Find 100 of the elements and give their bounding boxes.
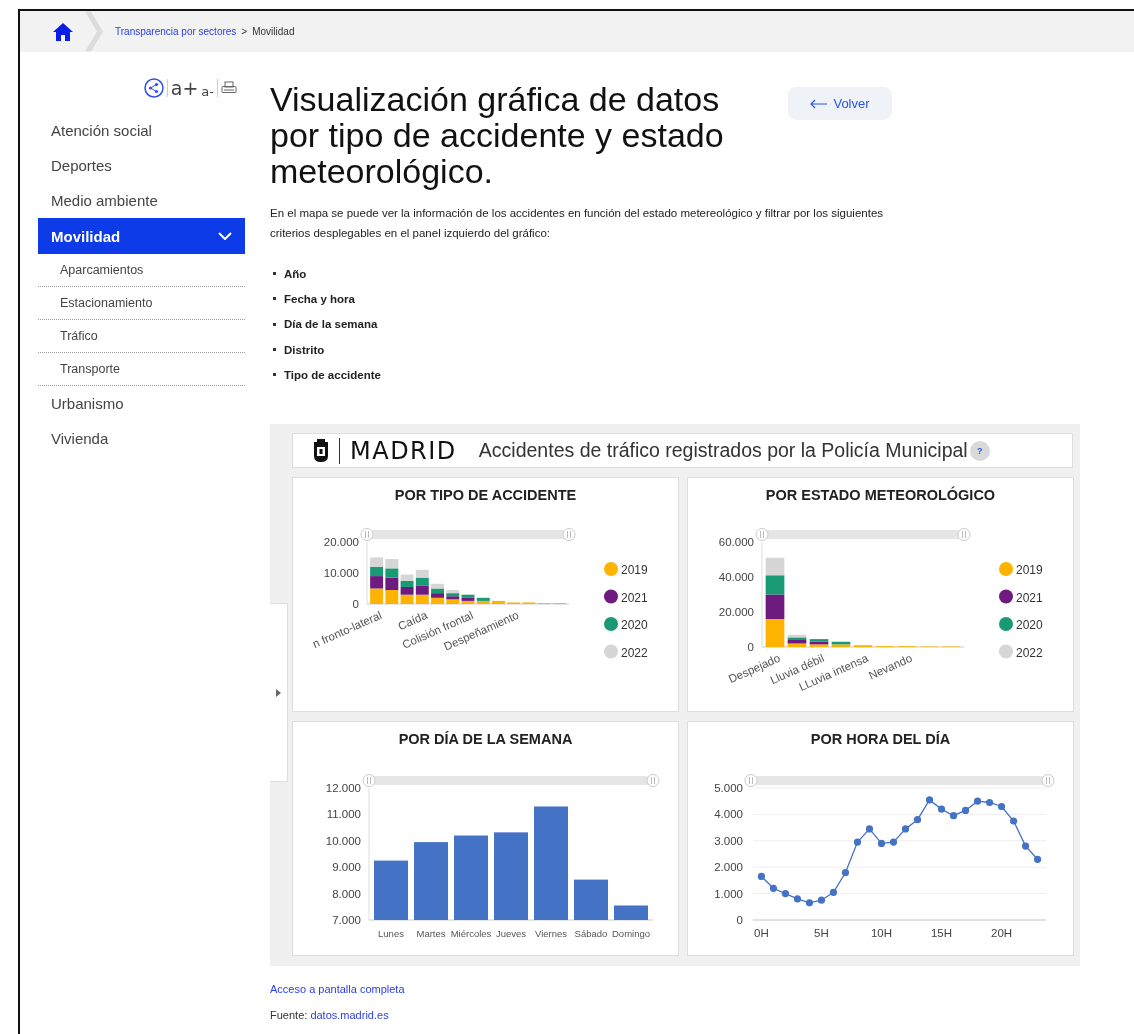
axis-tick-label: 40.000: [718, 571, 754, 584]
bar: [370, 576, 384, 589]
range-slider[interactable]: [744, 774, 1055, 788]
data-point: [781, 890, 789, 898]
sidebar-item[interactable]: Urbanismo: [38, 386, 245, 421]
source-label: Fuente:: [270, 1009, 308, 1022]
bar: [385, 559, 399, 569]
sidebar-subitem[interactable]: Transporte: [38, 353, 245, 386]
axis-tick-label: 7.000: [332, 914, 361, 927]
axis-tick-label: 20H: [991, 927, 1013, 940]
axis-tick-label: 0: [736, 914, 743, 927]
data-point: [769, 885, 777, 893]
sidebar-item[interactable]: Movilidad: [38, 218, 245, 254]
axis-tick-label: 5H: [814, 927, 829, 940]
help-button[interactable]: ?: [969, 441, 990, 461]
sidebar-item[interactable]: Deportes: [38, 148, 245, 183]
bar: [765, 558, 785, 576]
bullet-icon: [273, 348, 276, 352]
breadcrumb-current: Movilidad: [252, 26, 295, 37]
data-point: [949, 812, 958, 820]
data-point: [877, 840, 886, 848]
legend-label: 2019: [1016, 563, 1043, 578]
bar: [765, 619, 785, 648]
criterion-text: Distrito: [284, 343, 325, 356]
axis-tick-label: 3.000: [714, 835, 743, 848]
share-icon[interactable]: [143, 78, 164, 98]
data-point: [997, 803, 1006, 811]
logo-text: MADRID: [350, 437, 457, 465]
axis-category-label: Lunes: [378, 928, 404, 940]
fullscreen-link[interactable]: Acceso a pantalla completa: [270, 983, 1082, 996]
bullet-icon: [273, 322, 276, 326]
panel-toggle-tab[interactable]: [270, 603, 288, 783]
axis-tick-label: 8.000: [332, 888, 361, 901]
axis-tick-label: 10.000: [325, 835, 361, 848]
criterion-text: Año: [284, 267, 307, 280]
axis-tick-label: 11.000: [326, 808, 361, 821]
bar: [415, 595, 429, 605]
axis-tick-label: 10H: [870, 927, 893, 940]
breadcrumb-link[interactable]: Transparencia por sectores: [115, 26, 237, 37]
print-icon[interactable]: [221, 81, 237, 95]
chart-title: POR DÍA DE LA SEMANA: [397, 731, 574, 750]
axis-tick-label: 9.000: [332, 861, 361, 874]
range-slider[interactable]: [755, 528, 971, 542]
axis-tick-label: 60.000: [718, 536, 754, 549]
dashboard-title: Accidentes de tráfico registrados por la Policía Municipal: [478, 439, 968, 463]
data-point: [757, 873, 765, 881]
caret-right-icon: [276, 689, 281, 697]
data-point: [985, 799, 994, 807]
arrow-left-icon: [810, 98, 829, 109]
axis-tick-label: 5.000: [714, 782, 743, 795]
bar: [765, 595, 785, 620]
data-point: [817, 897, 826, 905]
axis-tick-label: 2.000: [714, 861, 743, 874]
sidebar-subitem[interactable]: Estacionamiento: [38, 287, 245, 320]
bar: [574, 880, 608, 921]
font-increase-button[interactable]: a+: [170, 77, 199, 99]
chart-title: POR ESTADO METEOROLÓGICO: [764, 487, 997, 506]
sidebar-item[interactable]: Vivienda: [38, 421, 245, 456]
legend-label: 2020: [1016, 618, 1043, 633]
bar: [374, 861, 408, 921]
bar: [370, 558, 384, 568]
sidebar-subitem[interactable]: Aparcamientos: [38, 254, 245, 287]
shield-icon: [313, 439, 329, 463]
data-point: [1034, 856, 1042, 864]
data-point: [793, 895, 802, 903]
data-point: [865, 825, 874, 833]
source-link[interactable]: datos.madrid.es: [310, 1009, 389, 1022]
back-button[interactable]: Volver: [788, 87, 892, 120]
font-decrease-button[interactable]: a-: [201, 83, 214, 99]
data-point: [829, 889, 838, 897]
data-point: [913, 816, 922, 824]
bullet-icon: [273, 373, 276, 377]
sidebar-item[interactable]: Atención social: [38, 113, 245, 148]
axis-tick-label: 20.000: [323, 536, 359, 549]
range-slider[interactable]: [360, 528, 576, 542]
legend-label: 2022: [1016, 646, 1043, 660]
sidebar-item[interactable]: Medio ambiente: [38, 183, 245, 218]
data-point: [1010, 817, 1018, 826]
breadcrumb-separator: >: [241, 26, 248, 37]
axis-category-label: Domingo: [612, 928, 650, 940]
data-point: [889, 839, 898, 847]
criterion-text: Día de la semana: [284, 318, 378, 331]
axis-category-label: Miércoles: [450, 928, 492, 940]
legend-label: 2021: [1016, 591, 1043, 605]
criterion-text: Tipo de accidente: [284, 368, 381, 381]
data-point: [853, 839, 862, 847]
axis-category-label: Sábado: [574, 928, 608, 940]
axis-category-label: Viernes: [535, 928, 567, 940]
axis-tick-label: 10.000: [323, 567, 359, 580]
chart-title: POR HORA DEL DÍA: [809, 731, 952, 750]
legend-label: 2019: [621, 563, 648, 578]
bar: [765, 575, 785, 595]
data-point: [973, 798, 982, 806]
data-point: [961, 807, 970, 815]
data-point: [901, 825, 910, 833]
range-slider[interactable]: [362, 774, 660, 788]
chart-title: POR TIPO DE ACCIDENTE: [393, 487, 578, 506]
home-icon[interactable]: [53, 22, 73, 41]
axis-tick-label: 0: [352, 598, 359, 611]
sidebar-subitem[interactable]: Tráfico: [38, 320, 245, 353]
